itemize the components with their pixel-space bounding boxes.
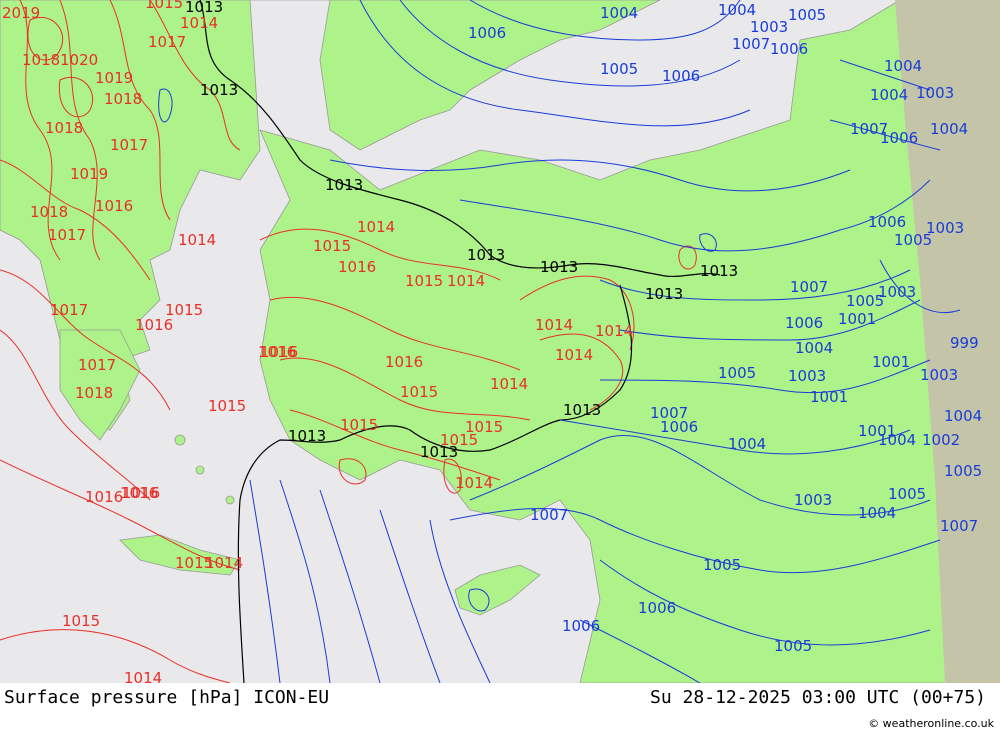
isobar-label: 1004 [728, 435, 766, 453]
isobar-label: 1018 [22, 51, 60, 69]
isobar-label: 1013 [288, 427, 326, 445]
isobar-label: 1006 [468, 24, 506, 42]
isobar-label: 1013 [540, 258, 578, 276]
isobar-label: 1006 [562, 617, 600, 635]
isobar-label: 1014 [124, 669, 162, 683]
isobar-label: 1014 [595, 322, 633, 340]
isobar-label: 1013 [563, 401, 601, 419]
isobar-label: 1003 [788, 367, 826, 385]
isobar-label: 1015 [208, 397, 246, 415]
isobar-label: 1014 [447, 272, 485, 290]
isobar-label: 1002 [922, 431, 960, 449]
isobar-label: 1013 [700, 262, 738, 280]
forecast-datetime: Su 28-12-2025 03:00 UTC (00+75) [650, 687, 986, 708]
weather-map: 1013 1013 1013 1013 1013 1013 1013 1013 … [0, 0, 1000, 687]
isobar-label: 1004 [884, 57, 922, 75]
isobar-label: 1015 [405, 272, 443, 290]
isobar-label: 1006 [638, 599, 676, 617]
isobar-label: 1016 [135, 316, 173, 334]
isobar-label: 1018 [104, 90, 142, 108]
isobar-label: 1006 [785, 314, 823, 332]
isobar-label: 1001 [858, 422, 896, 440]
isobar-label: 1003 [750, 18, 788, 36]
isobar-label: 1015 [62, 612, 100, 630]
isobar-label: 1013 [645, 285, 683, 303]
isobar-label: 1017 [148, 33, 186, 51]
isobar-label: 1014 [178, 231, 216, 249]
isobar-label: 1005 [718, 364, 756, 382]
isobar-label: 1004 [870, 86, 908, 104]
isobar-label: 1017 [78, 356, 116, 374]
isobar-label: 1016 [385, 353, 423, 371]
isobar-label: 1018 [75, 384, 113, 402]
isobar-label: 1013 [467, 246, 505, 264]
isobar-label: 1005 [788, 6, 826, 24]
isobar-label: 1007 [790, 278, 828, 296]
map-footer: Surface pressure [hPa] ICON-EU Su 28-12-… [0, 683, 1000, 733]
isobar-label: 1006 [880, 129, 918, 147]
isobar-label: 1015 [313, 237, 351, 255]
isobar-label: 1014 [455, 474, 493, 492]
isobar-label: 1015 [440, 431, 478, 449]
source-credit[interactable]: © weatheronline.co.uk [868, 717, 994, 730]
isobar-label: 1007 [940, 517, 978, 535]
isobar-label: 1003 [916, 84, 954, 102]
isobar-label: 1020 [60, 51, 98, 69]
map-title: Surface pressure [hPa] ICON-EU [4, 687, 330, 708]
isobar-label: 1004 [944, 407, 982, 425]
isobar-label: 1014 [205, 554, 243, 572]
isobar-label: 1014 [180, 14, 218, 32]
isobar-label: 1001 [838, 310, 876, 328]
isobar-label: 1006 [660, 418, 698, 436]
isobar-label: 1017 [48, 226, 86, 244]
isobar-label: 1003 [878, 283, 916, 301]
isobar-label: 1004 [858, 504, 896, 522]
isobar-label: 999 [950, 334, 979, 352]
isobar-label: 1016 [338, 258, 376, 276]
map-canvas: 1013 1013 1013 1013 1013 1013 1013 1013 … [0, 0, 1000, 687]
isobar-label: 1018 [45, 119, 83, 137]
isobar-label: 1007 [732, 35, 770, 53]
isobar-label: 1005 [888, 485, 926, 503]
isobar-label: 1016 [85, 488, 123, 506]
isobar-label: 1004 [600, 4, 638, 22]
isobar-label: 1014 [357, 218, 395, 236]
isobar-label: 1004 [718, 1, 756, 19]
isobar-label: 1007 [530, 506, 568, 524]
isobar-label: 1016 [260, 343, 298, 361]
isobar-label: 2019 [2, 4, 40, 22]
isobar-label: 1004 [930, 120, 968, 138]
isobar-label: 1019 [95, 69, 133, 87]
isobar-label: 1014 [555, 346, 593, 364]
isobar-label: 1003 [794, 491, 832, 509]
isobar-label: 1001 [872, 353, 910, 371]
isobar-label: 1017 [110, 136, 148, 154]
isobar-label: 1014 [490, 375, 528, 393]
isobar-label: 1006 [770, 40, 808, 58]
isobar-label: 1015 [145, 0, 183, 12]
isobar-label: 1016 [95, 197, 133, 215]
isobar-label: 1005 [600, 60, 638, 78]
isobar-label: 1003 [920, 366, 958, 384]
isobar-label: 1018 [30, 203, 68, 221]
isobar-label: 1004 [795, 339, 833, 357]
isobar-label: 1013 [325, 176, 363, 194]
isobar-label: 1005 [774, 637, 812, 655]
isobar-label: 1006 [868, 213, 906, 231]
isobar-label: 1016 [120, 484, 158, 502]
isobar-label: 1019 [70, 165, 108, 183]
isobar-label: 1014 [535, 316, 573, 334]
isobar-label: 1015 [400, 383, 438, 401]
isobar-label: 1003 [926, 219, 964, 237]
isobar-label: 1015 [340, 416, 378, 434]
isobar-label: 1013 [200, 81, 238, 99]
isobar-label: 1005 [944, 462, 982, 480]
isobar-label: 1006 [662, 67, 700, 85]
isobar-label: 1017 [50, 301, 88, 319]
isobar-label: 1001 [810, 388, 848, 406]
isobar-label: 1005 [703, 556, 741, 574]
